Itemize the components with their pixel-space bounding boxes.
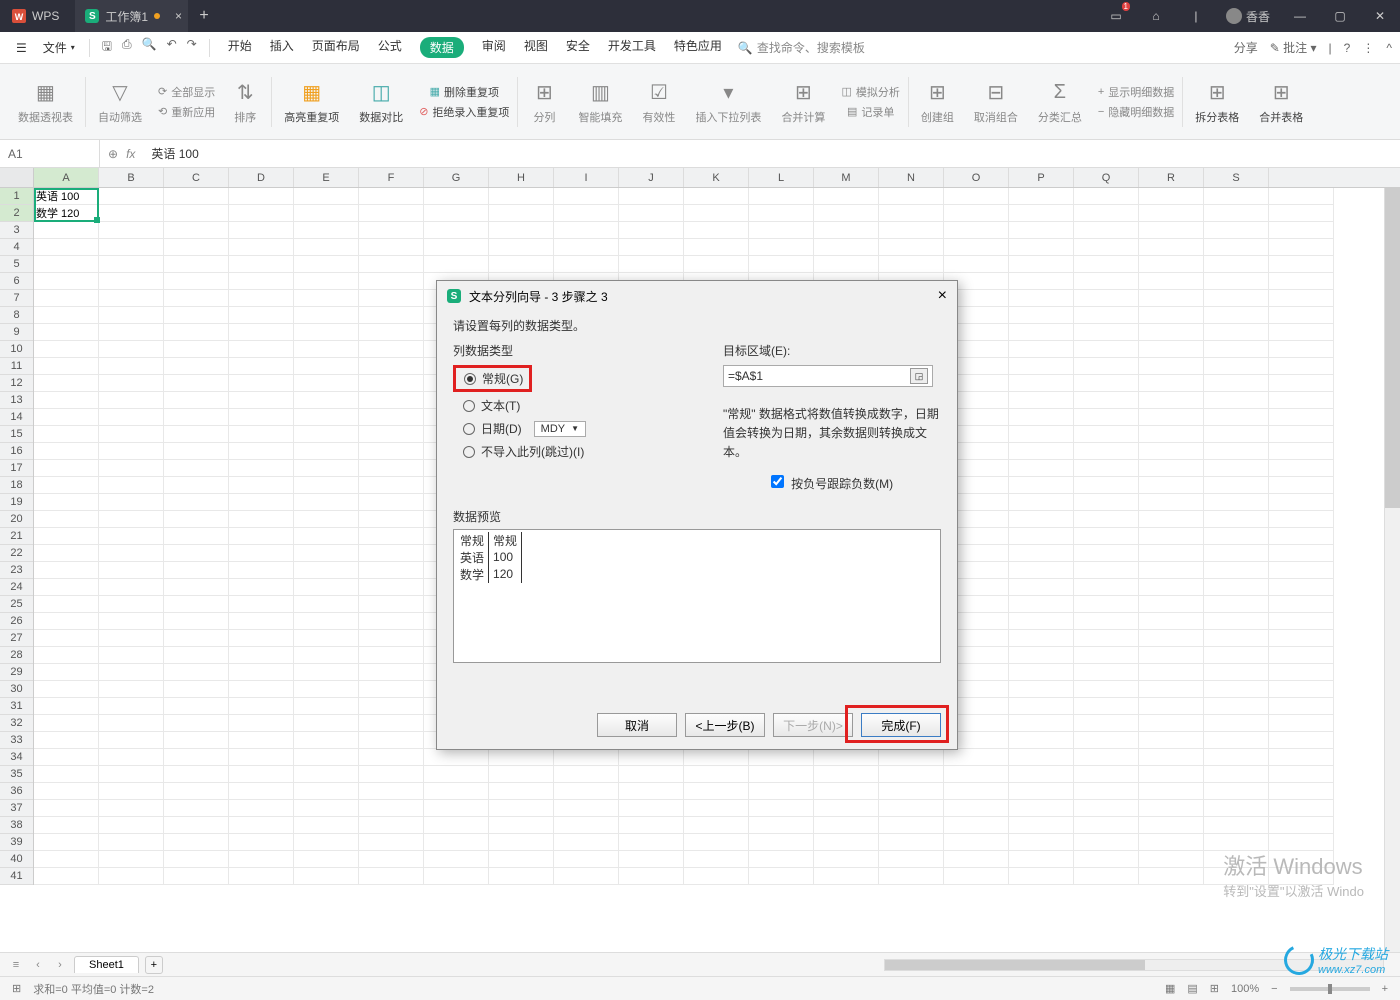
column-type-label: 列数据类型 xyxy=(453,342,703,359)
cancel-button[interactable]: 取消 xyxy=(597,713,677,737)
dialog-close-button[interactable]: × xyxy=(938,287,947,305)
negative-checkbox[interactable] xyxy=(771,475,784,488)
target-range-input[interactable]: =$A$1 ◲ xyxy=(723,365,933,387)
radio-text[interactable]: 文本(T) xyxy=(453,394,703,417)
dialog-instruction: 请设置每列的数据类型。 xyxy=(453,317,941,334)
text-to-columns-dialog: S 文本分列向导 - 3 步骤之 3 × 请设置每列的数据类型。 列数据类型 常… xyxy=(436,280,958,750)
preview-box: 常规常规 英语100 数学120 xyxy=(453,529,941,663)
preview-label: 数据预览 xyxy=(453,508,941,525)
back-button[interactable]: <上一步(B) xyxy=(685,713,765,737)
radio-general[interactable]: 常规(G) xyxy=(453,365,532,392)
format-description: "常规" 数据格式将数值转换成数字，日期值会转换为日期，其余数据则转换成文本。 xyxy=(723,405,941,463)
dialog-overlay: S 文本分列向导 - 3 步骤之 3 × 请设置每列的数据类型。 列数据类型 常… xyxy=(0,0,1400,1000)
radio-icon xyxy=(464,373,476,385)
radio-date[interactable]: 日期(D) MDY▼ xyxy=(453,417,703,440)
date-format-select[interactable]: MDY▼ xyxy=(534,421,586,437)
finish-button[interactable]: 完成(F) xyxy=(861,713,941,737)
negative-checkbox-row[interactable]: 按负号跟踪负数(M) xyxy=(723,475,941,492)
radio-icon xyxy=(463,446,475,458)
radio-icon xyxy=(463,423,475,435)
dialog-title: 文本分列向导 - 3 步骤之 3 xyxy=(469,288,608,305)
spreadsheet-icon: S xyxy=(447,289,461,303)
target-label: 目标区域(E): xyxy=(723,342,941,359)
radio-icon xyxy=(463,400,475,412)
radio-skip[interactable]: 不导入此列(跳过)(I) xyxy=(453,440,703,463)
range-picker-icon[interactable]: ◲ xyxy=(910,368,928,384)
next-button: 下一步(N)> xyxy=(773,713,853,737)
dialog-titlebar[interactable]: S 文本分列向导 - 3 步骤之 3 × xyxy=(437,281,957,311)
